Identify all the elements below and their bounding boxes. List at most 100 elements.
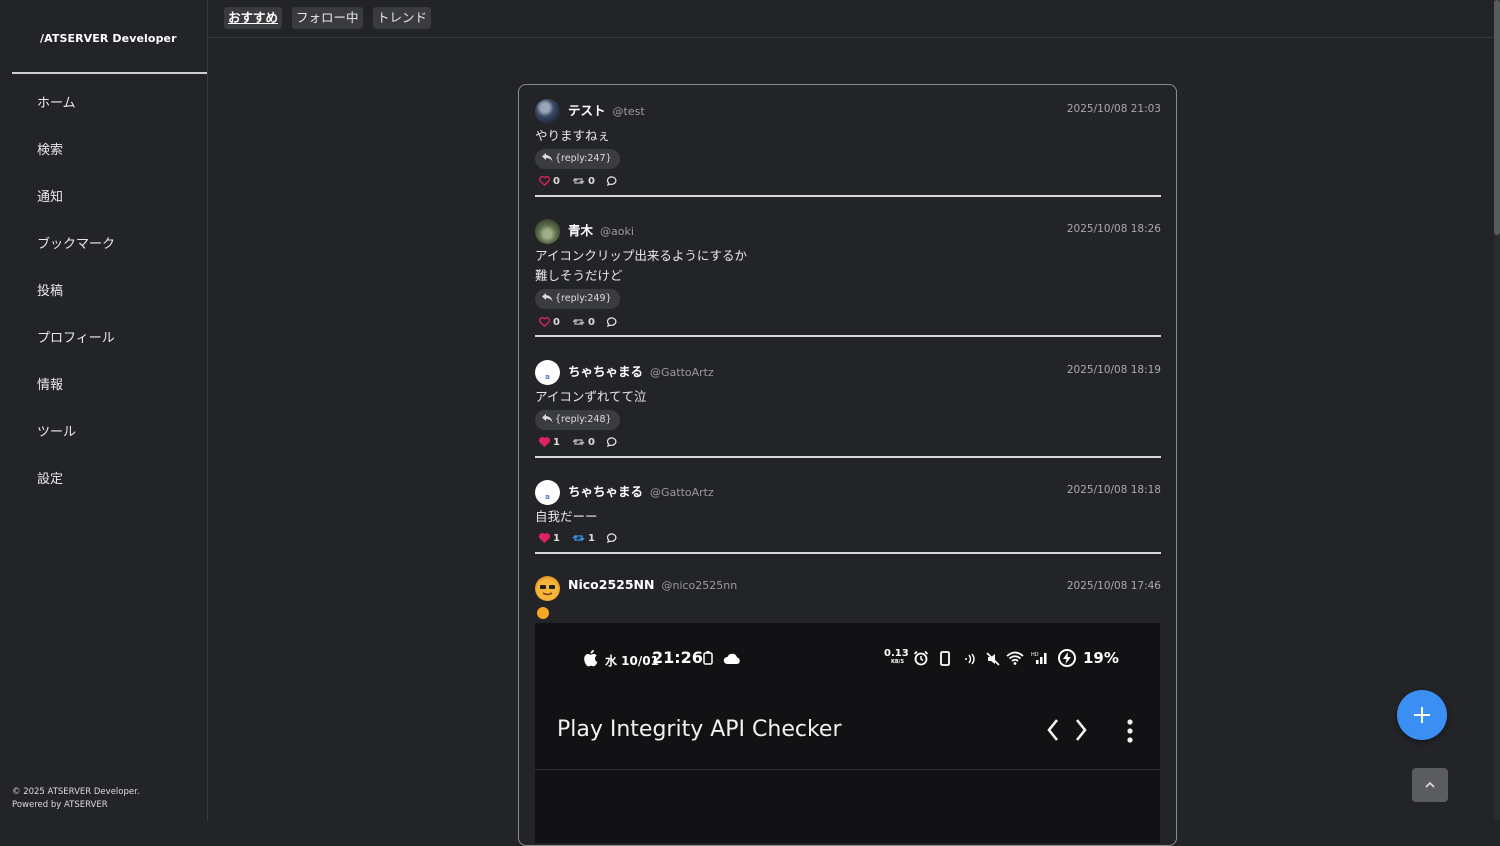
avatar[interactable] [535,219,560,244]
new-post-button[interactable] [1397,690,1447,740]
nav-item-home[interactable]: ホーム [37,94,115,141]
net-speed-value: 0.13 [884,648,909,659]
comment-button[interactable] [606,437,621,447]
repost-active-icon [572,535,585,541]
display-name[interactable]: テスト [568,103,606,118]
signal-icon: HD [1031,652,1047,664]
avatar[interactable] [535,576,560,601]
comment-button[interactable] [606,533,621,543]
repost-button[interactable]: 1 [572,533,595,544]
repost-count: 0 [587,316,595,328]
repost-icon [572,439,585,445]
reply-reference[interactable]: {reply:248} [535,410,620,430]
comment-bubble-icon [606,437,617,447]
heart-outline-icon [539,317,550,327]
nav-item-search[interactable]: 検索 [37,141,115,188]
tab-trending[interactable]: トレンド [373,7,432,29]
sidebar: /ATSERVER Developer ホーム 検索 通知 ブックマーク 投稿 … [0,0,208,820]
post[interactable]: Nico2525NN @nico2525nn 2025/10/08 17:46 [535,576,1161,626]
sunglasses-emoji-icon [540,585,555,596]
nfc-icon [965,653,975,665]
post-author[interactable]: Nico2525NN @nico2525nn [568,577,737,592]
display-name[interactable]: ちゃちゃまる [568,364,643,379]
like-button[interactable]: 0 [539,176,560,187]
repost-icon [572,319,585,325]
display-name[interactable]: 青木 [568,223,593,238]
phone-status-bar: 水 10/01 21:26 0.13 KB/S HD 19% [535,623,1160,695]
repost-icon [572,178,585,184]
reply-reference-label: {reply:247} [555,153,612,164]
nav-item-bookmarks[interactable]: ブックマーク [37,235,115,282]
mute-icon [986,652,1000,666]
avatar[interactable]: a [535,480,560,505]
nav-item-info[interactable]: 情報 [37,376,115,423]
heart-outline-icon [539,176,550,186]
heart-filled-icon [539,437,550,447]
repost-count: 0 [587,436,595,448]
phone-icon [940,651,950,666]
post-author[interactable]: ちゃちゃまる @GattoArtz [568,361,714,380]
user-handle[interactable]: @nico2525nn [661,579,737,592]
scrollbar-thumb[interactable] [1494,0,1500,235]
code-icon [1047,719,1087,741]
avatar[interactable]: a [535,360,560,385]
brand-logo[interactable]: /ATSERVER Developer [40,32,177,45]
nav-item-notifications[interactable]: 通知 [37,188,115,235]
post-author[interactable]: ちゃちゃまる @GattoArtz [568,481,714,500]
repost-button[interactable]: 0 [572,437,595,448]
comment-button[interactable] [606,317,621,327]
comment-bubble-icon [606,176,617,186]
post[interactable]: a ちゃちゃまる @GattoArtz 2025/10/08 18:18 自我だー… [535,480,1161,554]
more-vertical-icon [1127,719,1133,743]
display-name[interactable]: Nico2525NN [568,577,654,592]
heart-filled-icon [539,533,550,543]
post-timestamp: 2025/10/08 18:19 [1066,364,1161,376]
like-button[interactable]: 0 [539,317,560,328]
like-button[interactable]: 1 [539,533,560,544]
like-count: 0 [553,316,560,328]
user-handle[interactable]: @GattoArtz [650,366,714,379]
tab-following[interactable]: フォロー中 [292,7,363,29]
nav-item-post[interactable]: 投稿 [37,282,115,329]
post-author[interactable]: 青木 @aoki [568,220,634,239]
battery-percent: 19% [1083,649,1119,667]
post-text: アイコンずれてて泣 [535,389,647,404]
app-toolbar-divider [535,769,1160,770]
reply-reference[interactable]: {reply:247} [535,149,620,169]
plus-icon [1414,707,1430,723]
net-speed: 0.13 KB/S [884,649,909,667]
status-clock: 21:26 [652,648,703,667]
post-timestamp: 2025/10/08 18:26 [1066,223,1161,235]
avatar[interactable] [535,99,560,124]
nav-item-settings[interactable]: 設定 [37,470,115,517]
user-handle[interactable]: @GattoArtz [650,486,714,499]
post[interactable]: a ちゃちゃまる @GattoArtz 2025/10/08 18:19 アイコン… [535,360,1161,458]
user-handle[interactable]: @aoki [600,225,634,238]
post-timestamp: 2025/10/08 17:46 [1066,580,1161,592]
sidebar-nav: ホーム 検索 通知 ブックマーク 投稿 プロフィール 情報 ツール 設定 [37,94,115,517]
copyright-line: © 2025 ATSERVER Developer. [12,787,140,797]
scroll-to-top-button[interactable] [1412,768,1448,802]
tab-recommended[interactable]: おすすめ [224,7,283,29]
reply-reference-label: {reply:249} [555,293,612,304]
repost-button[interactable]: 0 [572,176,595,187]
reply-reference[interactable]: {reply:249} [535,289,620,309]
repost-count: 1 [587,532,595,544]
nav-item-profile[interactable]: プロフィール [37,329,115,376]
post-image[interactable]: 水 10/01 21:26 0.13 KB/S HD 19% Play Inte… [535,623,1160,843]
comment-button[interactable] [606,176,621,186]
emoji-icon [537,607,549,619]
display-name[interactable]: ちゃちゃまる [568,484,643,499]
post[interactable]: テスト @test 2025/10/08 21:03 やりますねぇ {reply:… [535,99,1161,197]
post-actions: 0 0 [539,315,633,329]
charging-icon [1058,649,1076,667]
powered-by: Powered by ATSERVER [12,800,108,810]
post-timestamp: 2025/10/08 18:18 [1066,484,1161,496]
post-author[interactable]: テスト @test [568,100,645,119]
like-button[interactable]: 1 [539,437,560,448]
user-handle[interactable]: @test [613,105,645,118]
repost-button[interactable]: 0 [572,317,595,328]
nav-item-tools[interactable]: ツール [37,423,115,470]
post[interactable]: 青木 @aoki 2025/10/08 18:26 アイコンクリップ出来るようにす… [535,219,1161,337]
page-scrollbar[interactable] [1494,0,1500,820]
